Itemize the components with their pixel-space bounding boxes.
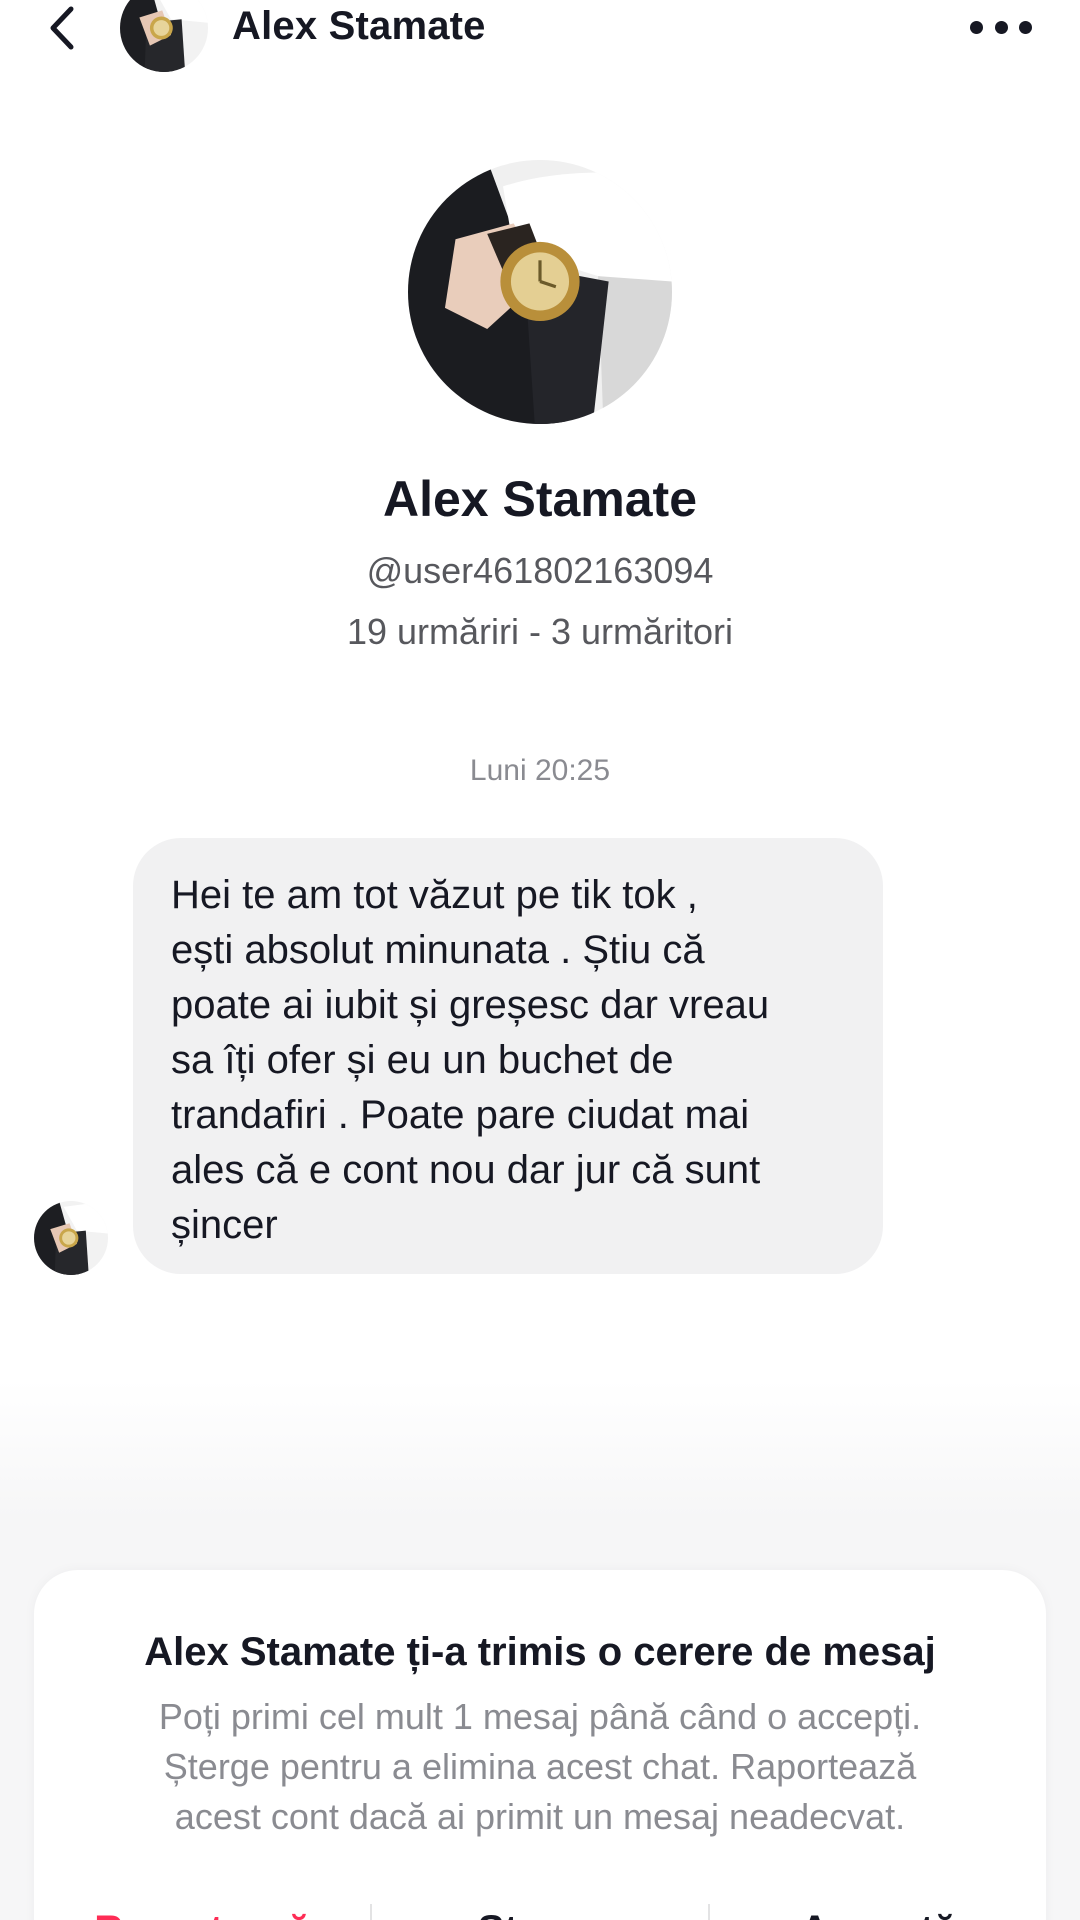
report-button[interactable]: Raportează <box>34 1896 370 1920</box>
profile-stats: 19 urmăriri - 3 urmăritori <box>346 611 734 652</box>
request-actions: Raportează Șterge Acceptă <box>34 1896 1046 1920</box>
message-request-card: Alex Stamate ți-a trimis o cerere de mes… <box>34 1570 1046 1920</box>
profile-handle: @user461802163094 <box>366 550 714 591</box>
watch-photo-icon <box>120 0 208 72</box>
sender-avatar[interactable] <box>34 1201 108 1275</box>
more-options-button[interactable] <box>970 14 1032 40</box>
profile-name: Alex Stamate <box>382 471 698 527</box>
delete-button[interactable]: Șterge <box>372 1896 708 1920</box>
chevron-left-icon <box>50 6 74 50</box>
request-title: Alex Stamate ți-a trimis o cerere de mes… <box>144 1630 936 1674</box>
request-description: Poți primi cel mult 1 mesaj până când o … <box>158 1696 922 1837</box>
back-button[interactable] <box>40 0 84 56</box>
watch-photo-icon <box>34 1201 108 1275</box>
watch-photo-icon <box>408 160 672 424</box>
top-bar: Alex Stamate <box>0 0 1080 72</box>
message-text: Hei te am tot văzut pe tik tok , ești ab… <box>171 873 770 1247</box>
header-title[interactable]: Alex Stamate <box>232 4 486 49</box>
chat-screen: Alex Stamate Alex Stamate @user461802163… <box>0 0 1080 1920</box>
profile-avatar[interactable] <box>408 160 672 424</box>
message-bubble[interactable]: Hei te am tot văzut pe tik tok , ești ab… <box>133 838 883 1274</box>
header-avatar[interactable] <box>120 0 208 72</box>
accept-button[interactable]: Acceptă <box>710 1896 1046 1920</box>
more-horizontal-icon <box>970 20 983 34</box>
message-timestamp: Luni 20:25 <box>469 754 611 787</box>
